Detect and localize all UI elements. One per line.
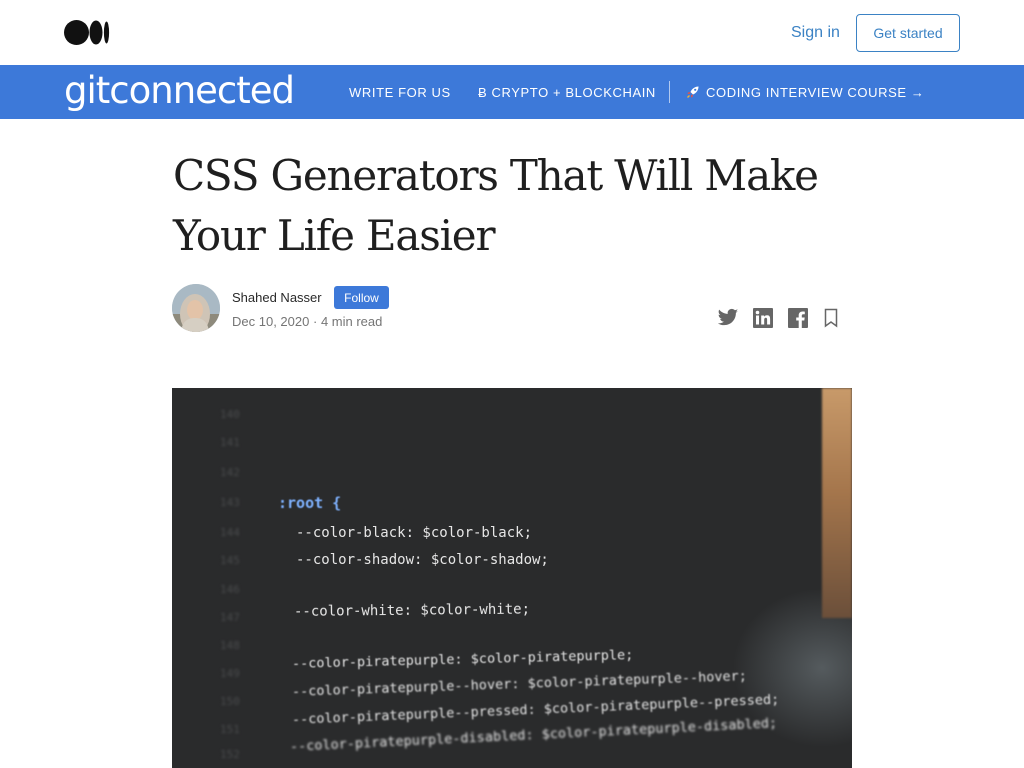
author-avatar[interactable] xyxy=(172,284,220,332)
sign-in-link[interactable]: Sign in xyxy=(791,24,840,42)
author-name[interactable]: Shahed Nasser xyxy=(232,290,322,305)
line-number: 146 xyxy=(220,583,240,596)
follow-button[interactable]: Follow xyxy=(334,286,389,309)
article-title: CSS Generators That Will Make Your Life … xyxy=(173,151,819,260)
line-number: 144 xyxy=(220,526,240,539)
nav-crypto-blockchain[interactable]: Ƀ CRYPTO + BLOCKCHAIN xyxy=(478,85,656,100)
publication-logo[interactable]: gitconnected xyxy=(64,68,295,114)
code-line: --color-piratepurple: $color-piratepurpl… xyxy=(291,647,634,672)
line-number: 152 xyxy=(220,748,240,761)
line-number: 141 xyxy=(220,436,240,449)
hero-image: 140 141 142 143 144 145 146 147 148 149 … xyxy=(172,388,852,768)
line-number: 150 xyxy=(220,695,240,708)
meta-separator: · xyxy=(312,314,318,329)
nav-coding-interview-course[interactable]: CODING INTERVIEW COURSE → xyxy=(686,85,924,100)
medium-logo-icon[interactable] xyxy=(64,20,110,45)
line-number: 145 xyxy=(220,554,240,567)
line-number: 140 xyxy=(220,408,240,421)
line-number: 142 xyxy=(220,466,240,479)
twitter-icon[interactable] xyxy=(717,308,739,328)
code-line: --color-black: $color-black; xyxy=(296,525,533,541)
get-started-button[interactable]: Get started xyxy=(856,14,960,52)
nav-write-for-us[interactable]: WRITE FOR US xyxy=(349,85,451,100)
code-line: --color-shadow: $color-shadow; xyxy=(296,552,549,568)
publication-bar: gitconnected WRITE FOR US Ƀ CRYPTO + BLO… xyxy=(0,65,1024,119)
nav-coding-interview-label: CODING INTERVIEW COURSE → xyxy=(706,85,925,100)
publish-date: Dec 10, 2020 xyxy=(232,314,310,329)
article-meta: Dec 10, 2020 · 4 min read xyxy=(232,314,382,329)
line-number: 151 xyxy=(220,723,240,736)
bookmark-icon[interactable] xyxy=(823,308,839,328)
rocket-icon xyxy=(687,86,699,98)
line-number: 148 xyxy=(220,639,240,652)
line-number: 147 xyxy=(220,611,240,624)
code-line: :root { xyxy=(278,494,342,512)
nav-divider xyxy=(669,81,670,103)
read-time: 4 min read xyxy=(320,314,383,329)
hero-background-edge xyxy=(822,388,852,618)
facebook-icon[interactable] xyxy=(788,308,808,328)
code-line: --color-white: $color-white; xyxy=(293,601,531,620)
top-bar: Sign in Get started xyxy=(0,0,1024,65)
line-number: 143 xyxy=(220,496,240,509)
line-number: 149 xyxy=(220,667,240,680)
linkedin-icon[interactable] xyxy=(753,308,773,328)
